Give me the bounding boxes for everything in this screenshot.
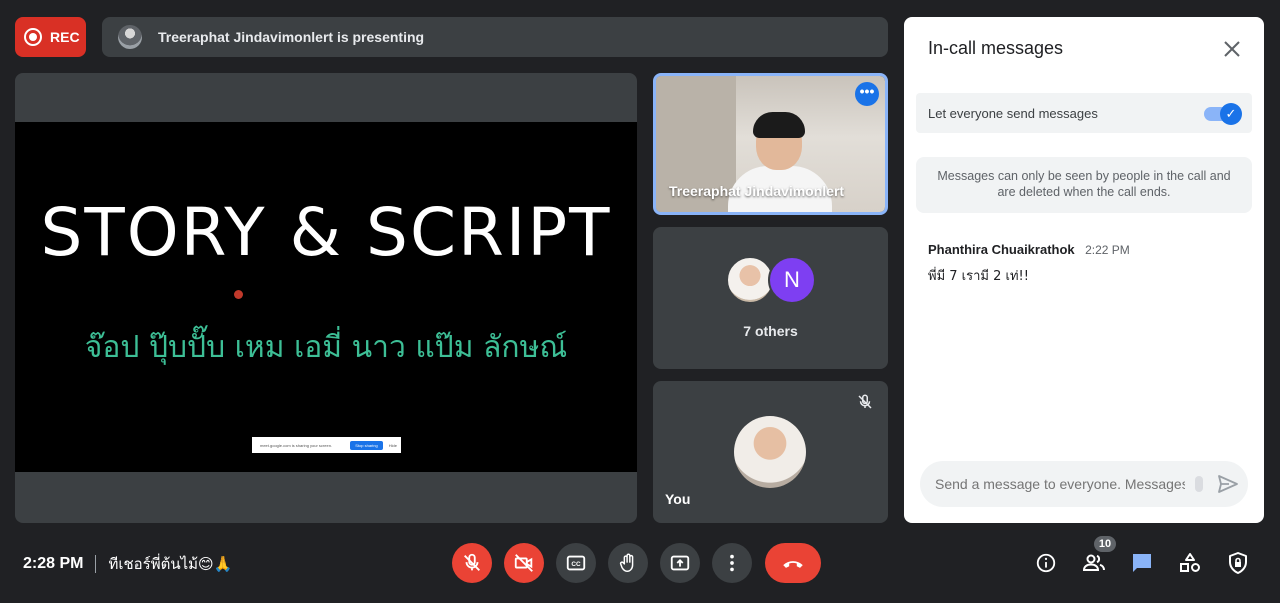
activities-button[interactable] — [1177, 550, 1203, 576]
info-icon — [1036, 553, 1056, 573]
share-banner-text: meet.google.com is sharing your screen. — [260, 442, 333, 448]
hide-button: Hide — [388, 442, 397, 448]
meeting-details-button[interactable] — [1033, 550, 1059, 576]
chat-icon — [1133, 554, 1151, 572]
captions-button[interactable]: CC — [556, 543, 596, 583]
meeting-name: ทีเชอร์พี่ต้นไม้😊🙏 — [108, 555, 233, 573]
more-options-button[interactable] — [712, 543, 752, 583]
self-avatar — [734, 416, 806, 488]
chat-message: Phanthira Chuaikrathok 2:22 PM พี่มี 7 เ… — [928, 241, 1248, 286]
mic-off-icon — [464, 553, 480, 571]
more-vert-icon — [730, 554, 734, 572]
send-permission-row: Let everyone send messages ✓ — [916, 93, 1252, 133]
participant-count-badge: 10 — [1094, 536, 1116, 552]
check-icon: ✓ — [1220, 103, 1242, 125]
privacy-notice: Messages can only be seen by people in t… — [916, 157, 1252, 213]
participants-button[interactable] — [1081, 550, 1107, 576]
presenter-tile[interactable]: ••• Treeraphat Jindavimonlert — [653, 73, 888, 215]
meeting-details: 2:28 PM ทีเชอร์พี่ต้นไม้😊🙏 — [23, 552, 232, 576]
message-body: พี่มี 7 เรามี 2 เท่!! — [928, 269, 1029, 284]
svg-text:CC: CC — [571, 561, 581, 568]
slide-title: STORY & SCRIPT — [40, 194, 612, 271]
presenting-banner: Treeraphat Jindavimonlert is presenting — [102, 17, 888, 57]
laser-pointer-dot — [234, 290, 243, 299]
record-icon — [24, 28, 42, 46]
self-name: You — [665, 491, 691, 507]
call-end-icon — [783, 561, 803, 568]
presenter-avatar — [118, 25, 142, 49]
leave-call-button[interactable] — [765, 543, 821, 583]
recording-indicator: REC — [15, 17, 86, 57]
host-controls-button[interactable] — [1225, 550, 1251, 576]
send-icon[interactable] — [1216, 472, 1240, 496]
more-options-icon[interactable]: ••• — [855, 82, 879, 106]
message-composer — [920, 461, 1248, 507]
hand-icon — [619, 553, 634, 572]
slide-subtitle: จ๊อป ปุ๊บปั๊บ เหม เอมี่ นาว แป๊ม ลักษณ์ — [84, 330, 568, 365]
participant-avatar — [726, 256, 774, 304]
shield-lock-icon — [1229, 552, 1247, 574]
camera-off-button[interactable] — [504, 543, 544, 583]
presenter-name: Treeraphat Jindavimonlert — [669, 183, 845, 199]
present-screen-icon — [670, 555, 690, 571]
mic-off-button[interactable] — [452, 543, 492, 583]
presenting-text: Treeraphat Jindavimonlert is presenting — [158, 29, 425, 45]
main-stage[interactable]: STORY & SCRIPT จ๊อป ปุ๊บปั๊บ เหม เอมี่ น… — [15, 73, 637, 523]
self-tile[interactable]: You — [653, 381, 888, 523]
input-scrollbar[interactable] — [1195, 476, 1203, 492]
raise-hand-button[interactable] — [608, 543, 648, 583]
mic-off-icon — [858, 394, 872, 409]
others-count-label: 7 others — [743, 323, 798, 339]
close-icon[interactable] — [1222, 39, 1242, 59]
people-icon — [1082, 554, 1105, 571]
participant-avatar-letter: N — [768, 256, 816, 304]
stop-sharing-button: Stop sharing — [350, 440, 383, 450]
message-time: 2:22 PM — [1085, 243, 1130, 257]
toggle-label: Let everyone send messages — [928, 105, 1098, 121]
message-sender: Phanthira Chuaikrathok — [928, 242, 1075, 257]
recording-label: REC — [50, 29, 80, 45]
panel-title: In-call messages — [928, 38, 1064, 58]
shared-screen: STORY & SCRIPT จ๊อป ปุ๊บปั๊บ เหม เอมี่ น… — [15, 122, 637, 472]
message-input[interactable] — [935, 476, 1185, 492]
clock: 2:28 PM — [23, 555, 84, 572]
present-now-button[interactable] — [660, 543, 700, 583]
others-tile[interactable]: N 7 others — [653, 227, 888, 369]
in-call-messages-panel: In-call messages Let everyone send messa… — [904, 17, 1264, 523]
screen-share-banner: meet.google.com is sharing your screen. … — [252, 437, 401, 453]
closed-captions-icon: CC — [566, 555, 586, 571]
chat-button[interactable] — [1129, 550, 1155, 576]
camera-off-icon — [514, 554, 533, 572]
divider — [95, 555, 97, 573]
let-everyone-send-toggle[interactable]: ✓ — [1204, 103, 1242, 125]
activities-shapes-icon — [1180, 553, 1200, 572]
